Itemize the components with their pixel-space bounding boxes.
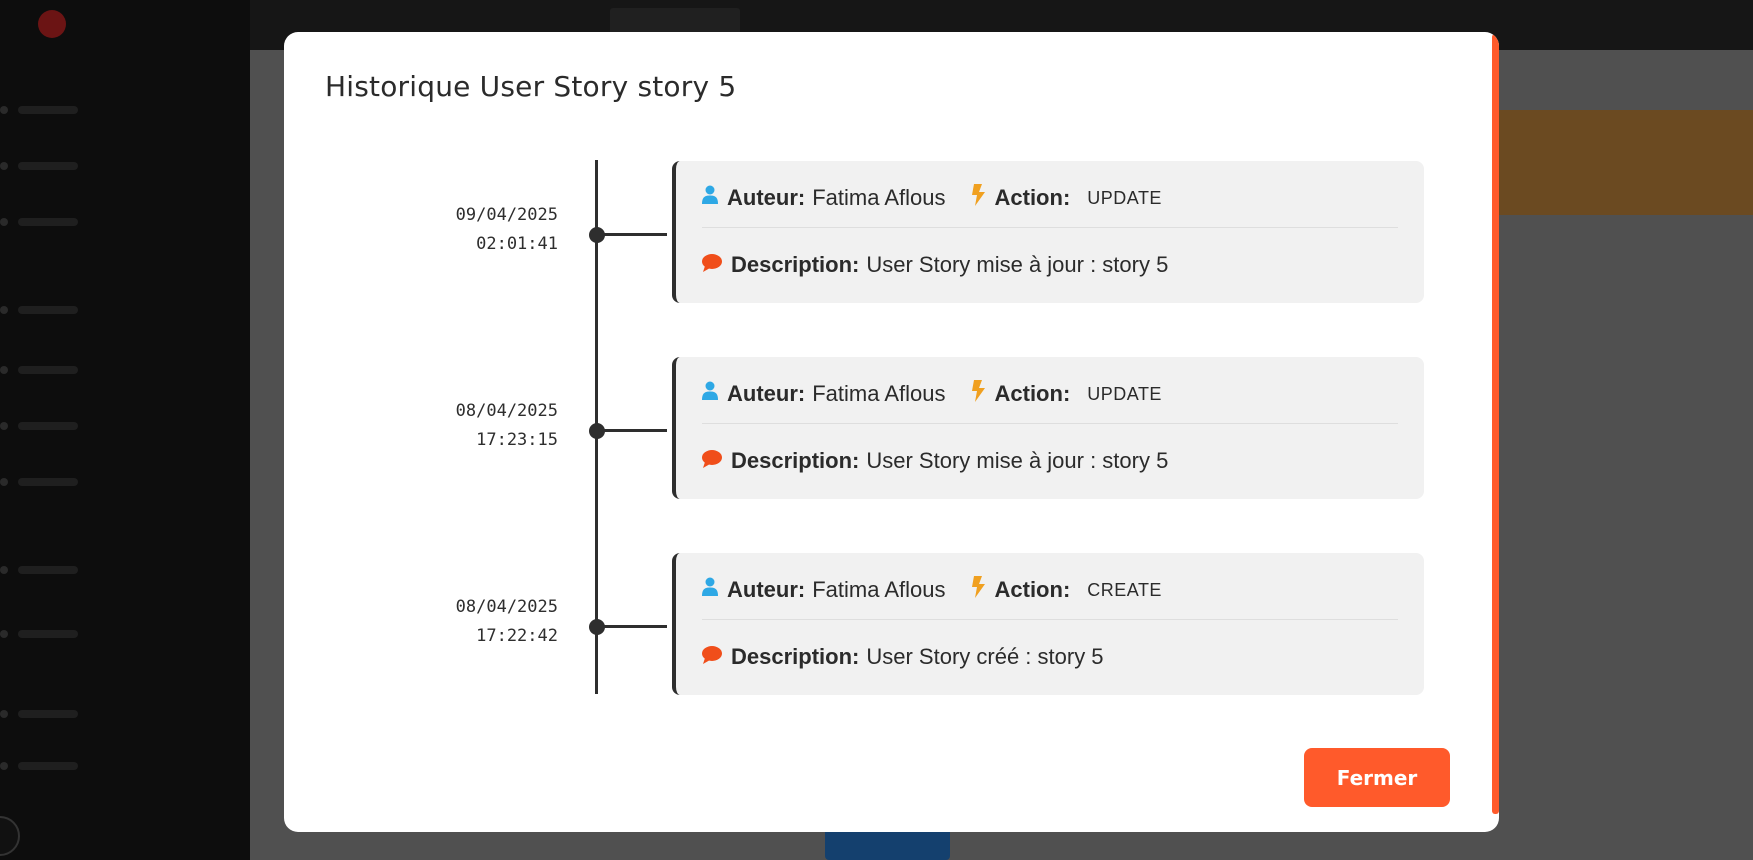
author-label: Auteur: xyxy=(727,381,806,406)
entry-description-row: Description: User Story créé : story 5 xyxy=(702,642,1104,672)
timeline-connector xyxy=(597,625,667,628)
entry-time: 17:22:42 xyxy=(476,626,558,646)
background-nav-item xyxy=(0,418,230,434)
entry-timestamp: 08/04/2025 17:23:15 xyxy=(382,397,558,455)
background-nav-item xyxy=(0,758,230,774)
author-value: Fatima Aflous xyxy=(812,185,946,210)
action-value: UPDATE xyxy=(1087,187,1162,208)
entry-time: 17:23:15 xyxy=(476,430,558,450)
author-value: Fatima Aflous xyxy=(812,577,946,602)
entry-timestamp: 09/04/2025 02:01:41 xyxy=(382,201,558,259)
entry-date: 08/04/2025 xyxy=(455,401,558,421)
description-label: Description: xyxy=(731,448,860,473)
background-nav-item xyxy=(0,102,230,118)
entry-meta-row: Auteur: Fatima Aflous Action: CREATE xyxy=(702,575,1162,605)
user-icon xyxy=(702,381,718,407)
background-nav-item xyxy=(0,302,230,318)
background-nav-item xyxy=(0,562,230,578)
comment-icon xyxy=(702,448,722,474)
bolt-icon xyxy=(971,576,986,604)
action-label: Action: xyxy=(994,185,1071,210)
timeline-connector xyxy=(597,233,667,236)
close-button[interactable]: Fermer xyxy=(1304,748,1450,807)
history-modal: Historique User Story story 5 09/04/2025… xyxy=(284,32,1499,832)
description-value: User Story mise à jour : story 5 xyxy=(866,252,1169,277)
entry-card: Auteur: Fatima Aflous Action: CREATE Des… xyxy=(672,553,1424,695)
entry-description-row: Description: User Story mise à jour : st… xyxy=(702,250,1168,280)
background-nav-item xyxy=(0,706,230,722)
entry-meta-row: Auteur: Fatima Aflous Action: UPDATE xyxy=(702,183,1162,213)
action-label: Action: xyxy=(994,381,1071,406)
background-logo xyxy=(38,10,66,38)
card-divider xyxy=(702,227,1398,228)
background-nav-item xyxy=(0,214,230,230)
entry-date: 09/04/2025 xyxy=(455,205,558,225)
entry-meta-row: Auteur: Fatima Aflous Action: UPDATE xyxy=(702,379,1162,409)
background-sidebar xyxy=(0,0,250,860)
timeline-entry: 08/04/2025 17:22:42 Auteur: Fatima Aflou… xyxy=(284,553,1424,695)
entry-card: Auteur: Fatima Aflous Action: UPDATE Des… xyxy=(672,357,1424,499)
entry-time: 02:01:41 xyxy=(476,234,558,254)
entry-date: 08/04/2025 xyxy=(455,597,558,617)
description-label: Description: xyxy=(731,252,860,277)
entry-card: Auteur: Fatima Aflous Action: UPDATE Des… xyxy=(672,161,1424,303)
entry-timestamp: 08/04/2025 17:22:42 xyxy=(382,593,558,651)
background-avatar xyxy=(0,816,20,856)
comment-icon xyxy=(702,252,722,278)
action-value: CREATE xyxy=(1087,579,1162,600)
background-nav-item xyxy=(0,158,230,174)
modal-scrollbar[interactable] xyxy=(1492,34,1499,814)
modal-title: Historique User Story story 5 xyxy=(325,70,737,103)
timeline-entry: 08/04/2025 17:23:15 Auteur: Fatima Aflou… xyxy=(284,357,1424,499)
author-value: Fatima Aflous xyxy=(812,381,946,406)
background-nav-item xyxy=(0,362,230,378)
background-nav-item xyxy=(0,474,230,490)
bolt-icon xyxy=(971,184,986,212)
timeline-connector xyxy=(597,429,667,432)
bolt-icon xyxy=(971,380,986,408)
comment-icon xyxy=(702,644,722,670)
background-nav-item xyxy=(0,626,230,642)
description-value: User Story mise à jour : story 5 xyxy=(866,448,1169,473)
user-icon xyxy=(702,185,718,211)
entry-description-row: Description: User Story mise à jour : st… xyxy=(702,446,1168,476)
author-label: Auteur: xyxy=(727,577,806,602)
action-label: Action: xyxy=(994,577,1071,602)
timeline-entry: 09/04/2025 02:01:41 Auteur: Fatima Aflou… xyxy=(284,161,1424,303)
description-value: User Story créé : story 5 xyxy=(866,644,1104,669)
action-value: UPDATE xyxy=(1087,383,1162,404)
user-icon xyxy=(702,577,718,603)
description-label: Description: xyxy=(731,644,860,669)
author-label: Auteur: xyxy=(727,185,806,210)
card-divider xyxy=(702,619,1398,620)
card-divider xyxy=(702,423,1398,424)
